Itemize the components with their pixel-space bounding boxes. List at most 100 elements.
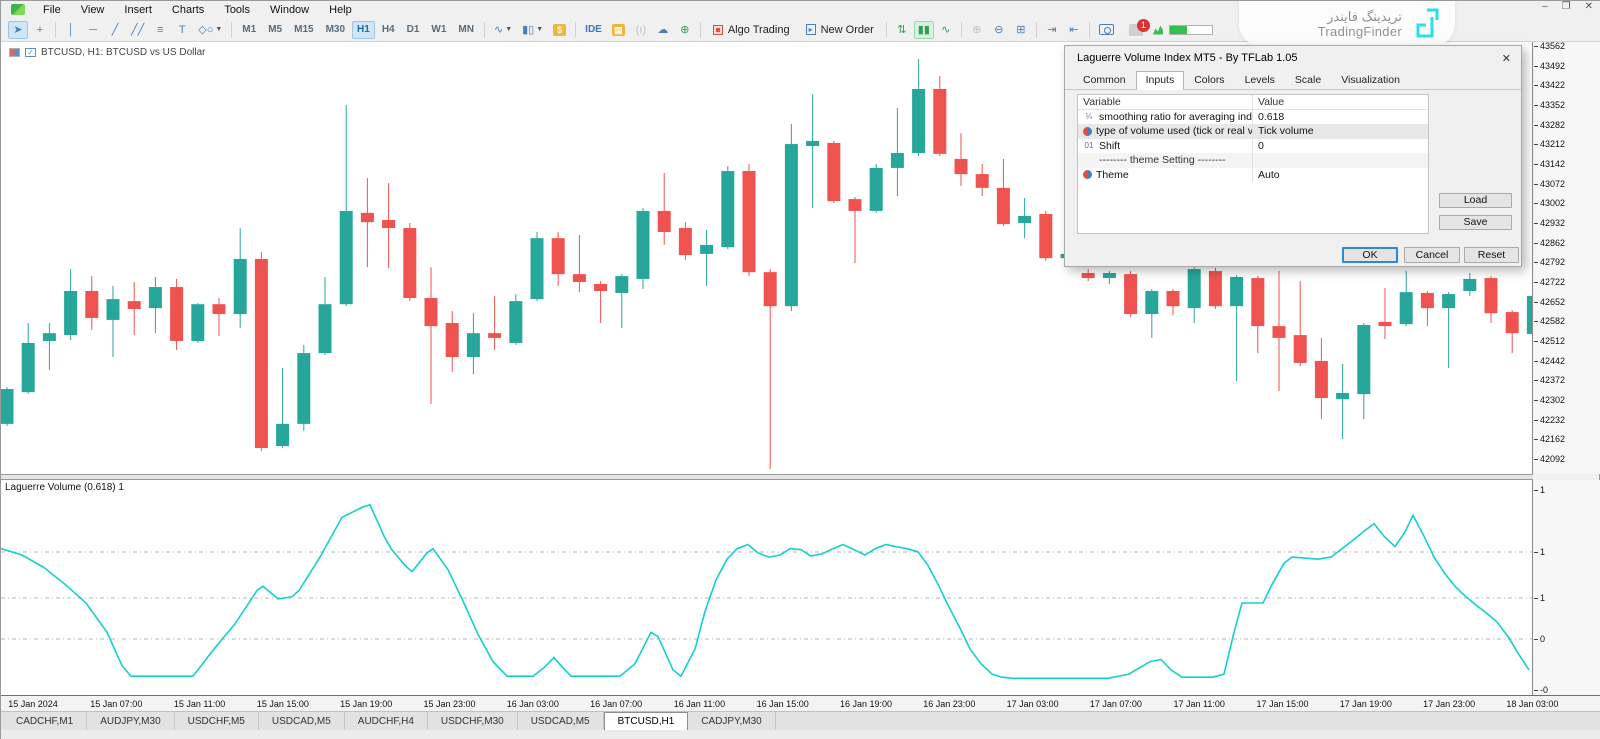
timeframe-m15[interactable]: M15 (289, 21, 318, 39)
dialog-title[interactable]: Laguerre Volume Index MT5 - By TFLab 1.0… (1065, 46, 1521, 70)
shift-back-button[interactable]: ⇤ (1064, 21, 1084, 39)
indicator-axis[interactable]: 1 1 1 0 -0 (1534, 480, 1600, 695)
dialog-tab-levels[interactable]: Levels (1235, 71, 1285, 89)
chart-tab-usdcad-m5[interactable]: USDCAD,M5 (259, 712, 345, 730)
dialog-tab-scale[interactable]: Scale (1285, 71, 1331, 89)
quotes-button-icon: $ (553, 23, 567, 36)
table-row[interactable]: Theme Auto (1078, 167, 1428, 182)
price-axis-label: 43282 (1534, 120, 1565, 130)
candle-chart-type[interactable]: ▮▯ ▼ (518, 21, 547, 39)
market-button[interactable]: ▤ (608, 21, 629, 39)
save-button[interactable]: Save (1439, 215, 1512, 230)
channel-tool[interactable]: ╱╱ (127, 21, 148, 39)
menu-tools[interactable]: Tools (214, 3, 260, 17)
community-button[interactable]: ⊕ (675, 21, 695, 39)
quotes-button[interactable]: $ (549, 21, 570, 39)
price-axis-label: 43562 (1534, 41, 1565, 51)
chart-tab-audchf-h4[interactable]: AUDCHF,H4 (345, 712, 428, 730)
cancel-button[interactable]: Cancel (1404, 247, 1460, 263)
chart-tab-cadchf-m1[interactable]: CADCHF,M1 (3, 712, 88, 730)
line-mode[interactable]: ∿ (936, 21, 956, 39)
timeframe-h1[interactable]: H1 (352, 20, 375, 39)
indicator-pane[interactable]: Laguerre Volume (0.618) 1 (1, 480, 1533, 695)
cursor-tool[interactable]: ➤ (8, 20, 28, 39)
timeframe-m5[interactable]: M5 (263, 21, 287, 39)
shapes-tool[interactable]: ◇○ ▼ (194, 21, 226, 39)
new-order-button[interactable]: ▸ New Order (799, 21, 881, 39)
restore-button[interactable]: ❐ (1562, 1, 1571, 12)
tick-chart-mode[interactable]: ⇅ (892, 21, 912, 39)
table-row[interactable]: -------- theme Setting -------- (1078, 153, 1428, 168)
timeframe-mn[interactable]: MN (453, 21, 479, 39)
shift-end-button[interactable]: ⇥ (1042, 21, 1062, 39)
dialog-tab-visualization[interactable]: Visualization (1331, 71, 1410, 89)
horizontal-line-tool[interactable]: ─ (83, 21, 103, 39)
timeframe-d1[interactable]: D1 (402, 21, 425, 39)
laguerre-volume-chart[interactable] (1, 480, 1533, 695)
timeframe-h4[interactable]: H4 (377, 21, 400, 39)
chart-tab-usdchf-m5[interactable]: USDCHF,M5 (175, 712, 259, 730)
minimize-button[interactable]: – (1542, 1, 1548, 12)
chart-title: BTCUSD, H1: BTCUSD vs US Dollar (41, 47, 206, 58)
parameter-value[interactable]: Tick volume (1253, 125, 1428, 137)
equidistant-channel-tool[interactable]: ≡ (150, 21, 170, 39)
signals-button[interactable]: (ı) (631, 21, 651, 39)
bars-mode-icon: ▮▮ (917, 24, 930, 36)
time-axis-label: 16 Jan 03:00 (506, 699, 559, 709)
vertical-line-tool[interactable]: │ (61, 21, 81, 39)
menu-window[interactable]: Window (260, 3, 319, 17)
dialog-tab-colors[interactable]: Colors (1184, 71, 1234, 89)
menu-insert[interactable]: Insert (114, 3, 162, 17)
ok-button[interactable]: OK (1342, 247, 1398, 263)
line-chart-type[interactable]: ∿ ▼ (490, 21, 516, 39)
load-button[interactable]: Load (1439, 193, 1512, 208)
parameter-value[interactable]: 0 (1253, 140, 1428, 152)
table-row[interactable]: ¼ smoothing ratio for averaging indicator… (1078, 109, 1428, 124)
chart-tab-audjpy-m30[interactable]: AUDJPY,M30 (87, 712, 175, 730)
line-mode-icon: ∿ (941, 24, 951, 36)
tradingfinder-watermark: تریدینگ فایندر TradingFinder (1239, 1, 1455, 46)
zoom-in[interactable]: ⊕ (967, 21, 987, 39)
algo-trading-button[interactable]: Algo Trading (706, 21, 797, 39)
cloud-button[interactable]: ☁ (653, 21, 673, 39)
ide-button[interactable]: IDE (581, 21, 606, 39)
notification-bell-icon[interactable]: 1 (1128, 18, 1150, 36)
parameter-value[interactable]: 0.618 (1253, 111, 1428, 123)
chevron-down-icon: ▼ (215, 26, 223, 33)
menu-help[interactable]: Help (319, 3, 362, 17)
close-button[interactable]: ✕ (1585, 1, 1593, 12)
chart-tab-cadjpy-m30[interactable]: CADJPY,M30 (688, 712, 776, 730)
timeframe-m30[interactable]: M30 (321, 21, 350, 39)
zoom-out-icon: ⊖ (994, 24, 1004, 36)
table-row[interactable]: 01 Shift 0 (1078, 138, 1428, 153)
tile-windows[interactable]: ⊞ (1011, 21, 1031, 39)
price-axis[interactable]: 43562 43492 43422 43352 43282 43212 43142 43072… (1534, 41, 1600, 474)
parameter-value[interactable]: Auto (1253, 169, 1428, 181)
screenshot-button[interactable] (1095, 21, 1118, 39)
text-tool[interactable]: T (172, 21, 192, 39)
menu-file[interactable]: File (33, 3, 71, 17)
chart-tab-usdcad-m5[interactable]: USDCAD,M5 (518, 712, 604, 730)
menu-charts[interactable]: Charts (162, 3, 214, 17)
time-axis-label: 17 Jan 19:00 (1339, 699, 1392, 709)
menu-view[interactable]: View (71, 3, 115, 17)
inputs-table[interactable]: Variable Value ¼ smoothing ratio for averag… (1077, 94, 1429, 234)
time-axis-label: 16 Jan 23:00 (923, 699, 976, 709)
zoom-out[interactable]: ⊖ (989, 21, 1009, 39)
trendline-tool[interactable]: ╱ (105, 21, 125, 39)
table-row[interactable]: type of volume used (tick or real volume… (1078, 124, 1428, 139)
time-axis[interactable]: 15 Jan 2024 15 Jan 07:00 15 Jan 11:00 15 Ja… (1, 695, 1600, 711)
time-axis-label: 16 Jan 07:00 (590, 699, 643, 709)
time-axis-label: 15 Jan 19:00 (340, 699, 393, 709)
bars-mode[interactable]: ▮▮ (913, 20, 934, 39)
timeframe-w1[interactable]: W1 (426, 21, 451, 39)
chart-tab-usdchf-m30[interactable]: USDCHF,M30 (428, 712, 518, 730)
dialog-close-icon[interactable]: ✕ (1502, 52, 1511, 65)
crosshair-tool[interactable]: + (30, 21, 50, 39)
dialog-tab-inputs[interactable]: Inputs (1135, 71, 1185, 90)
reset-button[interactable]: Reset (1464, 247, 1519, 263)
market-button-icon: ▤ (611, 23, 625, 36)
chart-tab-btcusd-h1[interactable]: BTCUSD,H1 (603, 712, 689, 730)
timeframe-m1[interactable]: M1 (237, 21, 261, 39)
dialog-tab-common[interactable]: Common (1073, 71, 1136, 89)
